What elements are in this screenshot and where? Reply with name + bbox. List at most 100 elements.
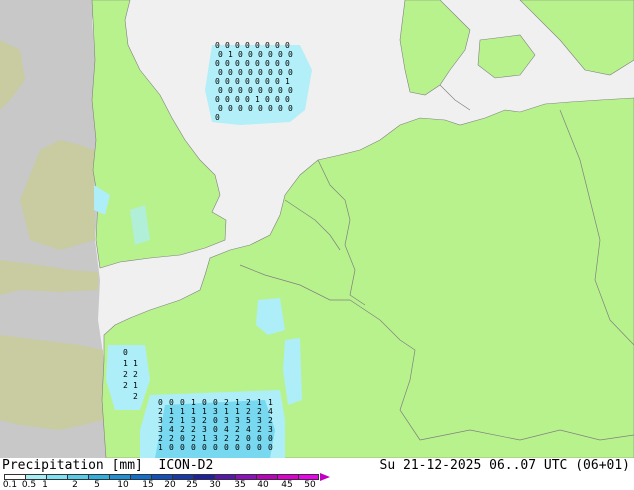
precip-label: 0 bbox=[215, 95, 220, 104]
precip-label: 1 bbox=[180, 416, 185, 425]
precip-label: 3 bbox=[202, 425, 207, 434]
precip-label: 2 bbox=[246, 407, 251, 416]
precip-label: 0 bbox=[235, 77, 240, 86]
precip-label: 0 bbox=[248, 50, 253, 59]
precip-label: 1 bbox=[285, 77, 290, 86]
precip-label: 0 bbox=[218, 86, 223, 95]
precip-label: 3 bbox=[158, 416, 163, 425]
precip-label: 1 bbox=[133, 381, 138, 390]
precip-label: 0 bbox=[238, 104, 243, 113]
precip-label: 0 bbox=[235, 59, 240, 68]
precip-label: 0 bbox=[288, 50, 293, 59]
precip-label: 0 bbox=[268, 50, 273, 59]
precip-label: 2 bbox=[133, 392, 138, 401]
precip-label: 0 bbox=[191, 443, 196, 452]
precip-label: 0 bbox=[268, 104, 273, 113]
scale-tick: 10 bbox=[117, 480, 129, 490]
precip-label: 0 bbox=[275, 59, 280, 68]
precip-label: 0 bbox=[238, 50, 243, 59]
precip-label: 1 bbox=[202, 434, 207, 443]
precip-label: 0 bbox=[215, 77, 220, 86]
precip-label: 0 bbox=[278, 68, 283, 77]
precip-label: 4 bbox=[169, 425, 174, 434]
precip-label: 0 bbox=[268, 443, 273, 452]
precip-label: 2 bbox=[191, 434, 196, 443]
precip-label: 0 bbox=[213, 425, 218, 434]
scale-tick: 20 bbox=[164, 480, 176, 490]
precip-label: 0 bbox=[285, 41, 290, 50]
scale-tick: 15 bbox=[142, 480, 154, 490]
precip-label: 0 bbox=[278, 50, 283, 59]
precip-label: 1 bbox=[268, 398, 273, 407]
precip-label: 0 bbox=[255, 59, 260, 68]
precip-label: 0 bbox=[265, 77, 270, 86]
precip-label: 2 bbox=[123, 370, 128, 379]
precip-label: 1 bbox=[191, 407, 196, 416]
precip-label: 2 bbox=[257, 407, 262, 416]
legend-footer: Precipitation [mm] ICON-D2 Su 21-12-2025… bbox=[0, 458, 634, 490]
scale-tick: 50 bbox=[304, 480, 316, 490]
precip-label: 1 bbox=[202, 407, 207, 416]
precip-label: 5 bbox=[246, 416, 251, 425]
precip-label: 0 bbox=[228, 86, 233, 95]
precip-label: 3 bbox=[268, 425, 273, 434]
precip-label: 2 bbox=[224, 434, 229, 443]
precip-label: 0 bbox=[225, 95, 230, 104]
precip-label: 3 bbox=[235, 416, 240, 425]
scale-tick: 30 bbox=[209, 480, 221, 490]
precip-label: 1 bbox=[169, 407, 174, 416]
precip-label: 0 bbox=[285, 95, 290, 104]
precip-label: 2 bbox=[158, 407, 163, 416]
scale-tick-labels: 0.1 0.5 1 2 5 10 15 20 25 30 35 40 45 50 bbox=[0, 480, 634, 490]
precip-label: 0 bbox=[218, 104, 223, 113]
precip-label: 0 bbox=[245, 41, 250, 50]
precip-label: 0 bbox=[245, 95, 250, 104]
precip-label: 1 bbox=[228, 50, 233, 59]
precip-label: 0 bbox=[169, 398, 174, 407]
precip-label: 0 bbox=[265, 95, 270, 104]
precip-label: 1 bbox=[191, 398, 196, 407]
precip-label: 0 bbox=[235, 95, 240, 104]
precip-label: 0 bbox=[258, 86, 263, 95]
precip-label: 0 bbox=[215, 113, 220, 122]
precip-label: 0 bbox=[255, 77, 260, 86]
precip-label: 0 bbox=[224, 443, 229, 452]
precip-label: 2 bbox=[169, 416, 174, 425]
precip-label: 2 bbox=[235, 425, 240, 434]
precip-label: 1 bbox=[224, 407, 229, 416]
precip-label: 4 bbox=[268, 407, 273, 416]
precip-label: 0 bbox=[245, 59, 250, 68]
precip-label: 1 bbox=[255, 95, 260, 104]
scale-tick: 2 bbox=[72, 480, 78, 490]
precip-label: 0 bbox=[288, 86, 293, 95]
precip-label: 0 bbox=[248, 104, 253, 113]
precip-label: 0 bbox=[257, 443, 262, 452]
precip-label: 2 bbox=[224, 398, 229, 407]
precip-label: 0 bbox=[268, 68, 273, 77]
precip-label: 0 bbox=[255, 41, 260, 50]
precip-label: 0 bbox=[258, 68, 263, 77]
precip-label: 0 bbox=[228, 68, 233, 77]
precip-label: 0 bbox=[275, 77, 280, 86]
precip-label: 0 bbox=[288, 104, 293, 113]
precip-label: 3 bbox=[191, 416, 196, 425]
precip-label: 2 bbox=[123, 381, 128, 390]
precip-label: 0 bbox=[278, 86, 283, 95]
precip-label: 0 bbox=[265, 41, 270, 50]
precip-label: 2 bbox=[169, 434, 174, 443]
scale-tick: 40 bbox=[257, 480, 269, 490]
valid-time: Su 21-12-2025 06..07 UTC (06+01) bbox=[379, 458, 630, 473]
precip-label: 0 bbox=[288, 68, 293, 77]
precip-label: 1 bbox=[158, 443, 163, 452]
brittany-outside bbox=[0, 335, 104, 430]
precip-label: 0 bbox=[258, 104, 263, 113]
precip-label: 0 bbox=[275, 95, 280, 104]
precip-label: 0 bbox=[275, 41, 280, 50]
precip-label: 0 bbox=[265, 59, 270, 68]
precip-label: 0 bbox=[123, 348, 128, 357]
precip-label: 0 bbox=[215, 59, 220, 68]
precipitation-map: 0000000001000000000000000000000000000001… bbox=[0, 0, 634, 458]
precip-label: 4 bbox=[224, 425, 229, 434]
precip-label: 3 bbox=[158, 425, 163, 434]
precip-label: 0 bbox=[169, 443, 174, 452]
